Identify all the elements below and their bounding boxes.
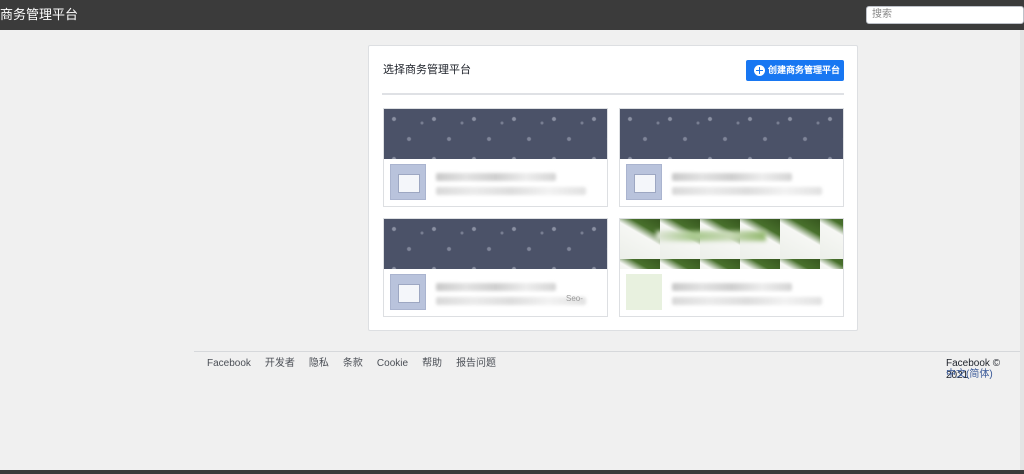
business-avatar: [390, 164, 426, 200]
cover-text-redacted: [656, 231, 766, 241]
app-title[interactable]: 商务管理平台: [0, 7, 78, 23]
business-name-suffix: Seo-: [566, 294, 583, 303]
footer-link-privacy[interactable]: 隐私: [309, 358, 329, 370]
footer-link-terms[interactable]: 条款: [343, 358, 363, 370]
business-avatar: [626, 164, 662, 200]
vertical-scrollbar[interactable]: [1020, 30, 1024, 474]
footer-link-report[interactable]: 报告问题: [456, 358, 496, 370]
business-name-redacted: [436, 283, 556, 291]
footer-link-developers[interactable]: 开发者: [265, 358, 295, 370]
divider: [382, 93, 844, 95]
search-input[interactable]: 搜索: [866, 6, 1024, 24]
plus-circle-icon: [754, 65, 765, 76]
business-details-redacted: [436, 297, 586, 305]
business-cover-image: [384, 219, 607, 269]
footer-divider: [194, 351, 1024, 352]
business-details-redacted: [672, 297, 822, 305]
business-details-redacted: [672, 187, 822, 195]
bottom-edge: [0, 470, 1024, 474]
business-details-redacted: [436, 187, 586, 195]
footer-link-cookie[interactable]: Cookie: [377, 358, 408, 370]
business-tile[interactable]: [383, 108, 608, 207]
business-cover-image: [620, 219, 843, 269]
business-avatar: [390, 274, 426, 310]
create-business-label: 创建商务管理平台: [768, 65, 841, 75]
business-selector-card: 选择商务管理平台 创建商务管理平台 Seo-: [368, 45, 858, 331]
business-name-redacted: [672, 173, 792, 181]
top-navigation-bar: 商务管理平台 搜索: [0, 0, 1024, 30]
footer-link-help[interactable]: 帮助: [422, 358, 442, 370]
business-avatar: [626, 274, 662, 310]
footer-link-facebook[interactable]: Facebook: [207, 358, 251, 370]
business-tile[interactable]: [619, 108, 844, 207]
business-name-redacted: [672, 283, 792, 291]
business-cover-image: [384, 109, 607, 159]
footer-links: Facebook 开发者 隐私 条款 Cookie 帮助 报告问题: [207, 358, 510, 370]
create-business-button[interactable]: 创建商务管理平台: [746, 60, 844, 81]
page-title: 选择商务管理平台: [383, 64, 471, 76]
business-cover-image: [620, 109, 843, 159]
language-selector[interactable]: 中文(简体): [946, 369, 993, 381]
business-tile[interactable]: Seo-: [383, 218, 608, 317]
business-tile[interactable]: [619, 218, 844, 317]
business-name-redacted: [436, 173, 556, 181]
search-placeholder: 搜索: [872, 9, 892, 20]
